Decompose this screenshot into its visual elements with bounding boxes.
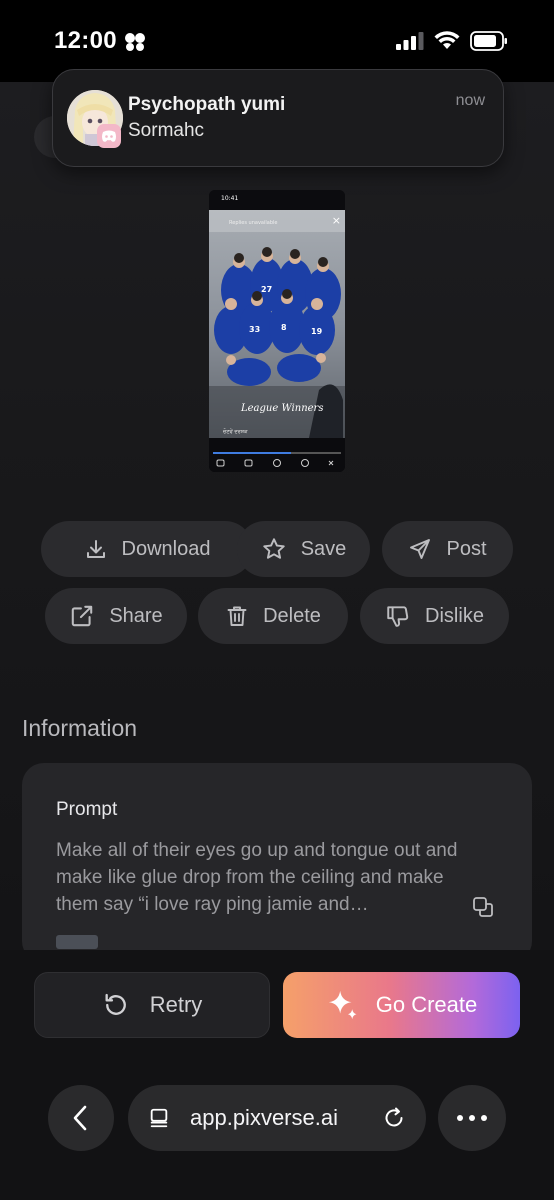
url-text: app.pixverse.ai: [190, 1105, 338, 1130]
post-button[interactable]: Post: [382, 521, 513, 577]
share-button[interactable]: Share: [45, 588, 187, 644]
page-menu-icon[interactable]: [148, 1107, 170, 1129]
sparkle-icon: [328, 990, 357, 1020]
download-icon: [86, 540, 105, 558]
notification-time: now: [455, 92, 485, 109]
cellular-signal-icon: [396, 32, 424, 55]
preview-footer-text: ਚੋਣਵੇਂ ਦਰਸ਼ਕ: [223, 429, 248, 435]
browser-more-button[interactable]: [438, 1085, 506, 1151]
svg-text:19: 19: [311, 327, 323, 336]
preview-close-icon: ×: [331, 214, 341, 227]
trash-icon: [227, 606, 247, 626]
preview-status-time: 10:41: [221, 195, 239, 202]
prompt-reference-thumbnail[interactable]: [56, 935, 98, 949]
discord-app-icon: [97, 124, 121, 148]
svg-text:27: 27: [261, 285, 272, 294]
save-label: Save: [300, 537, 347, 560]
notification-banner[interactable]: Psychopath yumi Sormahc now: [52, 69, 504, 167]
share-label: Share: [109, 604, 163, 627]
go-create-button[interactable]: Go Create: [283, 972, 520, 1038]
status-time: 12:00: [54, 27, 117, 54]
retry-icon: [105, 993, 126, 1015]
copy-icon[interactable]: [471, 895, 495, 924]
prompt-label: Prompt: [56, 799, 118, 820]
delete-button[interactable]: Delete: [198, 588, 348, 644]
retry-label: Retry: [149, 992, 203, 1017]
wifi-icon: [434, 31, 460, 56]
browser-back-button[interactable]: [48, 1085, 114, 1151]
information-heading: Information: [22, 715, 138, 741]
thumbs-down-icon: [387, 606, 409, 627]
save-button[interactable]: Save: [237, 521, 370, 577]
notification-title: Psychopath yumi: [128, 94, 286, 115]
address-bar[interactable]: app.pixverse.ai: [128, 1085, 426, 1151]
retry-button[interactable]: Retry: [34, 972, 270, 1038]
prompt-card: Prompt Make all of their eyes go up and …: [22, 763, 532, 963]
preview-profile-text: Replies unavailable: [229, 220, 278, 226]
dislike-button[interactable]: Dislike: [360, 588, 509, 644]
download-label: Download: [121, 537, 211, 560]
go-create-label: Go Create: [375, 992, 478, 1017]
svg-text:33: 33: [249, 325, 260, 334]
media-preview[interactable]: 27 33 8 19 10:41 Replies unavailable × Leag…: [209, 190, 345, 472]
download-button[interactable]: Download: [41, 521, 253, 577]
send-icon: [410, 539, 431, 559]
battery-icon: [470, 31, 508, 56]
prompt-text: Make all of their eyes go up and tongue …: [56, 840, 458, 915]
svg-text:8: 8: [281, 323, 287, 332]
delete-label: Delete: [263, 604, 321, 627]
focus-mode-icon: [121, 32, 149, 57]
post-label: Post: [446, 537, 487, 560]
reload-icon[interactable]: [382, 1106, 406, 1130]
more-dots-icon: [457, 1115, 487, 1121]
preview-caption: League Winners: [241, 403, 324, 414]
notification-body: Sormahc: [128, 120, 205, 141]
star-icon: [262, 538, 285, 559]
chevron-left-icon: [73, 1105, 87, 1131]
dislike-label: Dislike: [425, 604, 484, 627]
share-icon: [72, 605, 93, 627]
